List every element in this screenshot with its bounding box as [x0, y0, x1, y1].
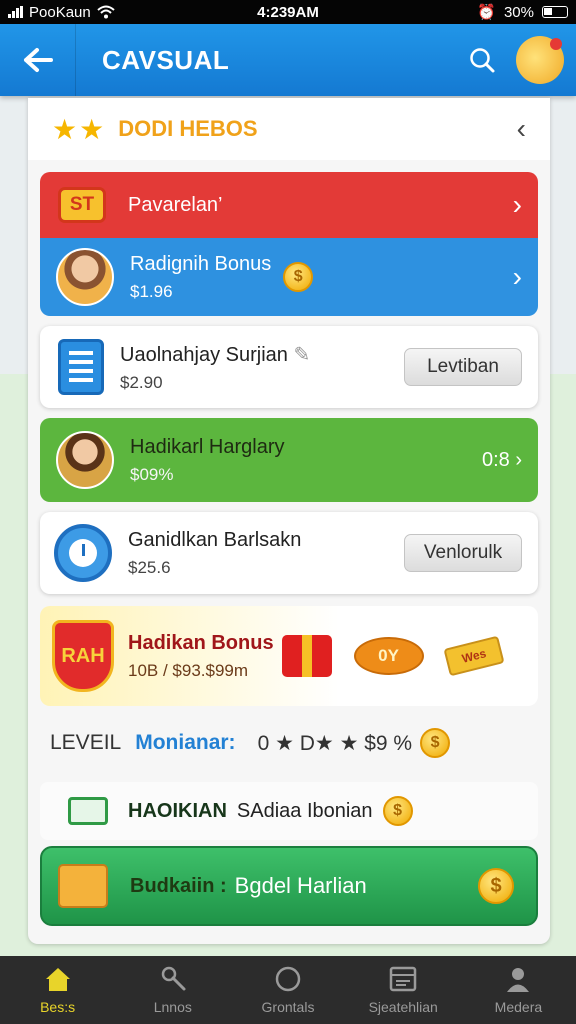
level-value: 0 ★ D★ ★ $9 % [257, 731, 413, 755]
treasure-box-icon [58, 864, 108, 908]
wifi-icon [97, 5, 115, 19]
bonus-tag: 0Y [353, 637, 424, 675]
status-bar: PooKaun 4:239AM ⏰ 30% [0, 0, 576, 24]
level-label: LEVEIL [50, 731, 122, 754]
shield-icon: RAH [52, 620, 114, 692]
calendar-icon [389, 966, 417, 992]
chevron-right-icon: › [512, 189, 522, 220]
list-item-label: Ganidlkan Barlsakn [128, 528, 302, 551]
profile-icon [507, 968, 530, 992]
back-button[interactable] [0, 24, 76, 96]
list-item-value: $2.90 [120, 372, 163, 392]
page-title: CAVSUAL [102, 44, 230, 75]
cta-bold: Budkaiin : [130, 874, 227, 897]
nav-item-home[interactable]: Bes:s [0, 956, 115, 1024]
list-item-white[interactable]: Ganidlkan Barlsakn $25.6 Venlorulk [40, 512, 538, 594]
avatar[interactable] [516, 36, 564, 84]
list-item-blue[interactable]: Radignih Bonus $1.96 $ › [40, 238, 538, 316]
nav-label: Grontals [261, 999, 315, 1015]
bonus-label: Hadikan Bonus [128, 631, 274, 654]
battery-percent: 30% [503, 3, 534, 21]
gift-icon [281, 635, 332, 677]
app-bar: CAVSUAL [0, 24, 576, 96]
cash-icon [68, 797, 108, 825]
action-button[interactable]: Levtiban [404, 348, 522, 386]
bonus-banner[interactable]: RAH Hadikan Bonus 10B / $93.$99m 0Y Wes [40, 606, 538, 706]
list-item-red[interactable]: ST Pavarelan’ › [40, 172, 538, 238]
action-button[interactable]: Venlorulk [404, 534, 522, 572]
list-item-label: Radignih Bonus [130, 252, 272, 275]
chevron-left-icon[interactable]: ‹ [517, 113, 526, 145]
card-title: DODI HEBOS [118, 116, 258, 141]
card-header: ★★ DODI HEBOS ‹ [28, 98, 550, 160]
list-item-label: Uaolnahjay Surjian [120, 343, 288, 366]
level-line: LEVEIL Monianar: 0 ★ D★ ★ $9 % $ [50, 728, 530, 758]
plain-row-label: SAdiaa Ibonian [236, 799, 373, 822]
bonus-amount: / $93.$99m [162, 660, 249, 680]
tools-icon [161, 966, 186, 991]
nav-item-profile[interactable]: Medera [461, 956, 576, 1024]
list-item-label: Hadikarl Harglary [130, 435, 285, 458]
ticket-icon: Wes [443, 635, 505, 677]
character-avatar-icon [56, 248, 114, 306]
list-item-value: $25.6 [128, 557, 171, 577]
nav-label: Lnnos [153, 999, 192, 1015]
cta-label: Bgdel Harlian [234, 873, 367, 898]
coin-icon: $ [420, 728, 451, 758]
coin-icon: $ [283, 262, 314, 292]
nav-label: Medera [494, 999, 543, 1015]
document-icon [58, 339, 104, 395]
coin-icon: $ [478, 868, 514, 904]
search-icon [470, 48, 495, 73]
level-name: Monianar: [135, 731, 236, 754]
list-item-value: $1.96 [130, 281, 173, 301]
bonus-value: 10B [128, 660, 159, 680]
timer-icon [54, 524, 112, 582]
rewards-card: ★★ DODI HEBOS ‹ ST Pavarelan’ › Radignih… [28, 98, 550, 944]
chevron-right-icon: › [515, 448, 522, 471]
circle-icon [275, 966, 301, 992]
list-item-trailing: 0:8 [481, 448, 510, 471]
list-item-white[interactable]: Uaolnahjay Surjian ✎ $2.90 Levtiban [40, 326, 538, 408]
nav-item-tools[interactable]: Lnnos [115, 956, 230, 1024]
bottom-nav: Bes:s Lnnos Grontals Sjeatehlian Medera [0, 956, 576, 1024]
coin-icon: $ [382, 796, 413, 826]
list-item-green[interactable]: Hadikarl Harglary $09% 0:8 › [40, 418, 538, 502]
st-badge-icon: ST [58, 187, 106, 223]
list-item-label: Pavarelan’ [128, 193, 223, 216]
signal-icon [8, 6, 23, 18]
home-icon [45, 968, 70, 991]
character-avatar-icon [56, 431, 114, 489]
search-button[interactable] [462, 40, 502, 80]
chevron-right-icon: › [512, 261, 522, 292]
arrow-left-icon [23, 48, 53, 72]
nav-item-calendar[interactable]: Sjeatehlian [346, 956, 461, 1024]
nav-label: Sjeatehlian [368, 999, 438, 1015]
battery-icon [542, 6, 568, 18]
alarm-icon: ⏰ [477, 4, 496, 21]
plain-row-bold: HAOIKIAN [128, 799, 227, 822]
nav-label: Bes:s [40, 999, 76, 1015]
list-item-value: $09% [130, 464, 174, 484]
stars-icon: ★★ [52, 113, 107, 145]
nav-item-circle[interactable]: Grontals [230, 956, 345, 1024]
list-item-plain[interactable]: HAOIKIAN SAdiaa Ibonian $ [40, 782, 538, 840]
cta-button[interactable]: Budkaiin : Bgdel Harlian $ [40, 846, 538, 926]
clock: 4:239AM [257, 3, 319, 21]
carrier-label: PooKaun [29, 3, 91, 21]
pencil-icon: ✎ [293, 343, 311, 366]
